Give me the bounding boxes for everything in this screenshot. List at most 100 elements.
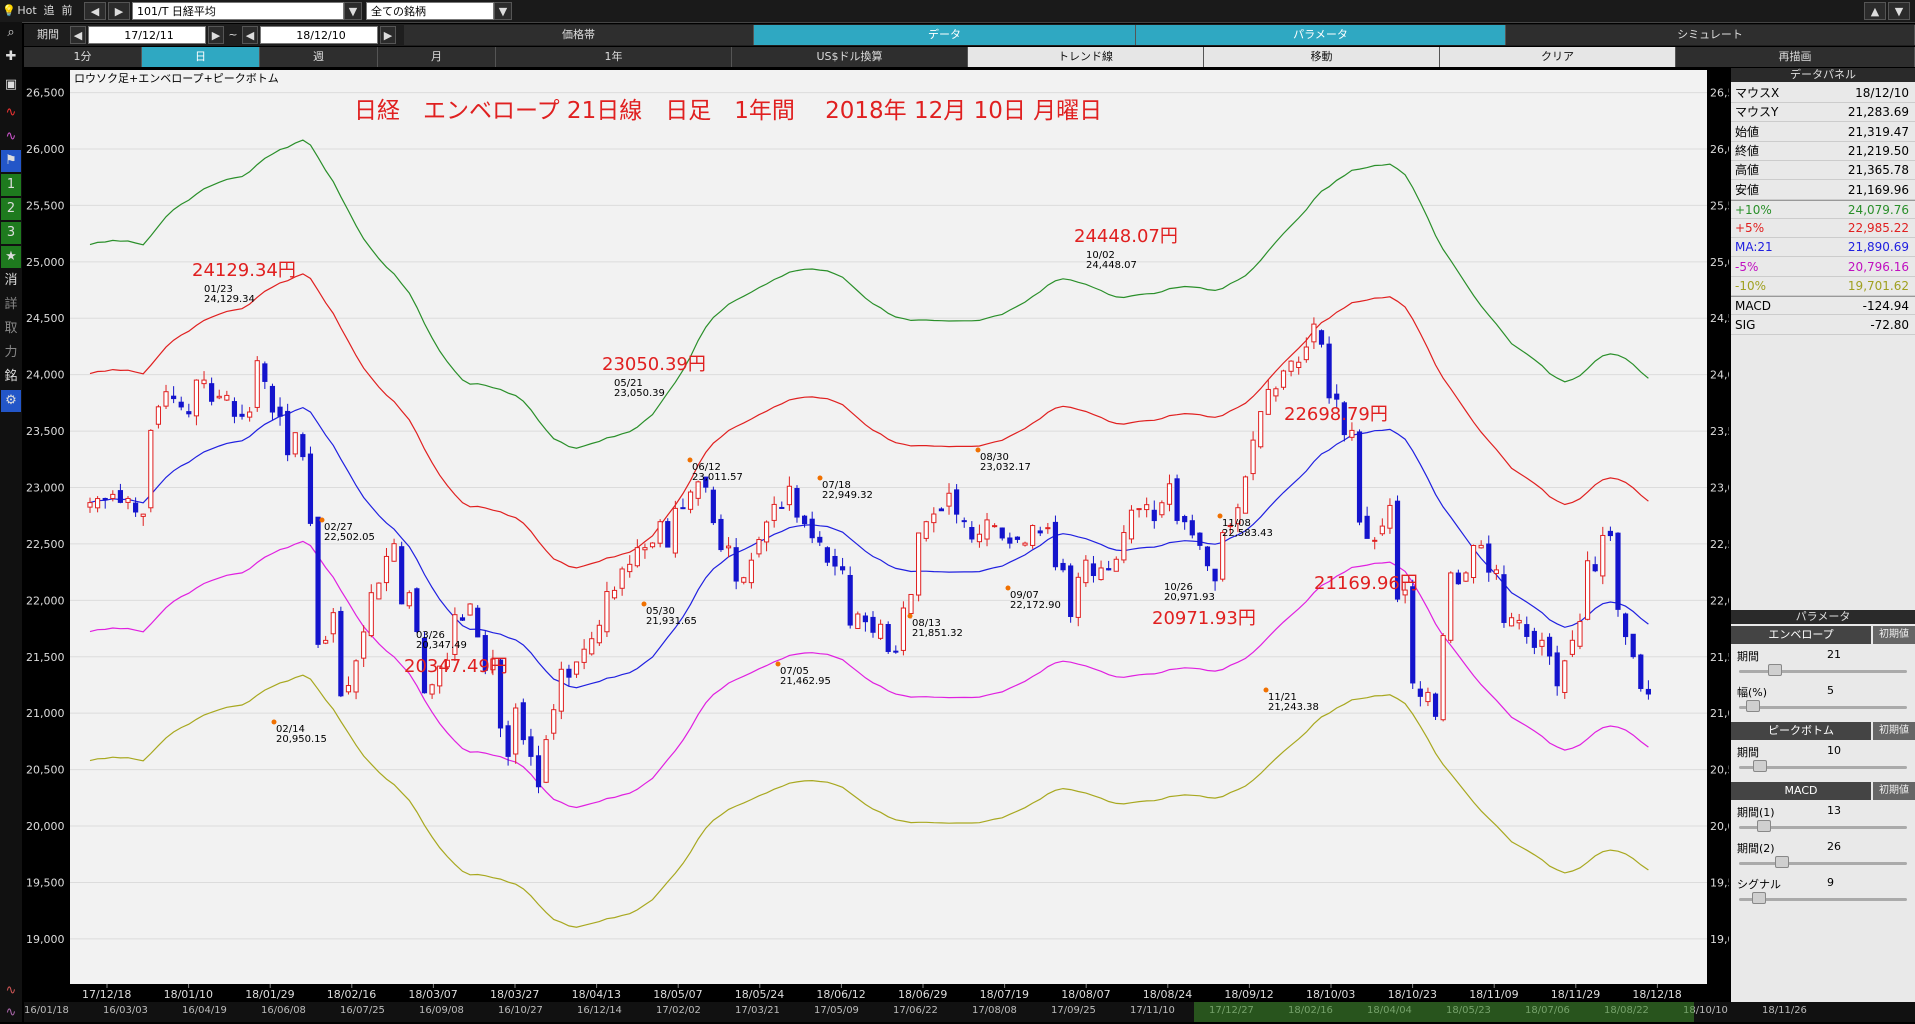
tab-week[interactable]: 週 — [260, 47, 378, 67]
tab-simulate[interactable]: シミュレート — [1506, 25, 1915, 45]
tab-redraw[interactable]: 再描画 — [1676, 47, 1915, 67]
chart-red-icon[interactable]: ∿ — [1, 102, 21, 124]
tab-move[interactable]: 移動 — [1204, 47, 1440, 67]
param-slider-knob[interactable] — [1768, 664, 1783, 676]
small-price-label: 20,950.15 — [276, 734, 327, 745]
universe-field[interactable]: 全ての銘柄 — [366, 2, 494, 20]
universe-dropdown-icon[interactable]: ▼ — [494, 2, 512, 20]
y-tick-label-right: 24,500 — [1710, 312, 1729, 325]
date-from-prev-icon[interactable]: ◀ — [70, 26, 86, 44]
overview-tick-label: 17/08/08 — [972, 1005, 1017, 1016]
date-from-field[interactable]: 17/12/11 — [88, 26, 206, 44]
date-to-next-icon[interactable]: ▶ — [380, 26, 396, 44]
candle-body — [1030, 525, 1036, 546]
candle-body — [201, 379, 207, 385]
down-arrow-icon[interactable]: ▼ — [1888, 2, 1910, 20]
forward-arrow-icon[interactable]: ▶ — [108, 2, 130, 20]
candle-body — [1060, 562, 1066, 571]
tab-month[interactable]: 月 — [378, 47, 496, 67]
force-button[interactable]: 力 — [1, 342, 21, 364]
data-panel: データパネル マウスX 18/12/10 マウスY 21,283.69 始値 21,319… — [1731, 68, 1915, 1002]
param-slider-knob[interactable] — [1753, 760, 1767, 772]
layout-1-button[interactable]: 1 — [1, 174, 21, 196]
mini-chart-red-icon[interactable]: ∿ — [1, 980, 21, 1002]
param-slider-knob[interactable] — [1751, 892, 1766, 904]
overview-tick-label: 16/03/03 — [103, 1005, 148, 1016]
candle-body — [710, 489, 716, 524]
y-tick-label-right: 19,500 — [1710, 876, 1729, 889]
overview-strip[interactable]: 16/01/18 16/03/03 16/04/19 16/06/08 16/07/25… — [24, 1002, 1915, 1022]
candle-body — [1273, 388, 1279, 397]
tab-trendline[interactable]: トレンド線 — [968, 47, 1204, 67]
reset-button[interactable]: 初期値 — [1873, 626, 1915, 644]
param-slider-knob[interactable] — [1746, 700, 1760, 712]
candle-body — [140, 513, 146, 517]
candle-body — [923, 521, 929, 539]
reset-button[interactable]: 初期値 — [1873, 782, 1915, 800]
gear-icon[interactable]: ⚙ — [1, 390, 21, 412]
candle-body — [984, 519, 990, 540]
tab-data[interactable]: データ — [754, 25, 1136, 45]
follow-button[interactable]: 追 — [40, 2, 58, 20]
date-to-prev-icon[interactable]: ◀ — [242, 26, 258, 44]
search-icon[interactable]: ⌕ — [1, 22, 21, 44]
candle-body — [459, 617, 466, 621]
hot-button[interactable]: Hot — [16, 2, 38, 20]
candlestick-chart[interactable]: 24129.34円01/2324,129.3420347.49円03/2620,… — [24, 68, 1749, 1002]
param-slider-knob[interactable] — [1757, 820, 1772, 832]
param-value[interactable]: 5 — [1827, 684, 1834, 697]
param-value[interactable]: 13 — [1827, 804, 1841, 817]
date-from-next-icon[interactable]: ▶ — [208, 26, 224, 44]
tab-1min[interactable]: 1分 — [24, 47, 142, 67]
tab-usd[interactable]: US$ドル換算 — [732, 47, 968, 67]
tab-day[interactable]: 日 — [142, 47, 260, 67]
reset-button[interactable]: 初期値 — [1873, 722, 1915, 740]
camera-icon[interactable]: ▣ — [1, 74, 21, 96]
layout-3-button[interactable]: 3 — [1, 222, 21, 244]
plus-icon[interactable]: ✚ — [1, 46, 21, 68]
layout-2-button[interactable]: 2 — [1, 198, 21, 220]
up-arrow-icon[interactable]: ▲ — [1864, 2, 1886, 20]
candle-body — [1577, 621, 1583, 647]
param-value[interactable]: 10 — [1827, 744, 1841, 757]
lightbulb-icon[interactable]: 💡 — [2, 2, 16, 20]
param-value[interactable]: 21 — [1827, 648, 1841, 661]
tab-clear[interactable]: クリア — [1440, 47, 1676, 67]
symbol-field[interactable]: 101/T 日経平均 — [132, 2, 344, 20]
x-tick-label: 18/01/29 — [245, 988, 294, 1001]
param-value[interactable]: 26 — [1827, 840, 1841, 853]
param-slider-knob[interactable] — [1775, 856, 1790, 868]
y-tick-label-right: 21,000 — [1710, 707, 1729, 720]
erase-button[interactable]: 消 — [1, 270, 21, 292]
param-slider-track[interactable] — [1739, 670, 1907, 673]
param-slider-track[interactable] — [1739, 862, 1907, 865]
tab-parameter[interactable]: パラメータ — [1136, 25, 1506, 45]
candle-body — [1007, 537, 1013, 544]
back-arrow-icon[interactable]: ◀ — [84, 2, 106, 20]
param-control: 期間 10 — [1731, 742, 1915, 776]
prev-button[interactable]: 前 — [58, 2, 76, 20]
small-price-label: 21,931.65 — [646, 616, 697, 627]
stock-button[interactable]: 銘 — [1, 366, 21, 388]
tab-price-band[interactable]: 価格帯 — [404, 25, 754, 45]
candle-body — [1417, 688, 1423, 697]
candle-body — [1121, 532, 1127, 561]
data-row-key: MA:21 — [1735, 240, 1773, 255]
candle-body — [1075, 576, 1081, 618]
fetch-button[interactable]: 取 — [1, 318, 21, 340]
detail-button[interactable]: 詳 — [1, 294, 21, 316]
param-slider-track[interactable] — [1739, 706, 1907, 709]
chart-purple-icon[interactable]: ∿ — [1, 126, 21, 148]
data-row-key: マウスY — [1735, 105, 1779, 120]
data-row-key: -10% — [1735, 279, 1767, 293]
overview-selection[interactable] — [1194, 1002, 1694, 1022]
date-to-field[interactable]: 18/12/10 — [260, 26, 378, 44]
flag-icon[interactable]: ⚑ — [1, 150, 21, 172]
candle-body — [931, 513, 937, 524]
mini-chart-purple-icon[interactable]: ∿ — [1, 1002, 21, 1024]
symbol-dropdown-icon[interactable]: ▼ — [344, 2, 362, 20]
param-value[interactable]: 9 — [1827, 876, 1834, 889]
chart-area[interactable]: 24129.34円 01/23 24,129.34 20347.49円 03/26 20,… — [24, 68, 1749, 1002]
tab-1year[interactable]: 1年 — [496, 47, 732, 67]
star-icon[interactable]: ★ — [1, 246, 21, 268]
